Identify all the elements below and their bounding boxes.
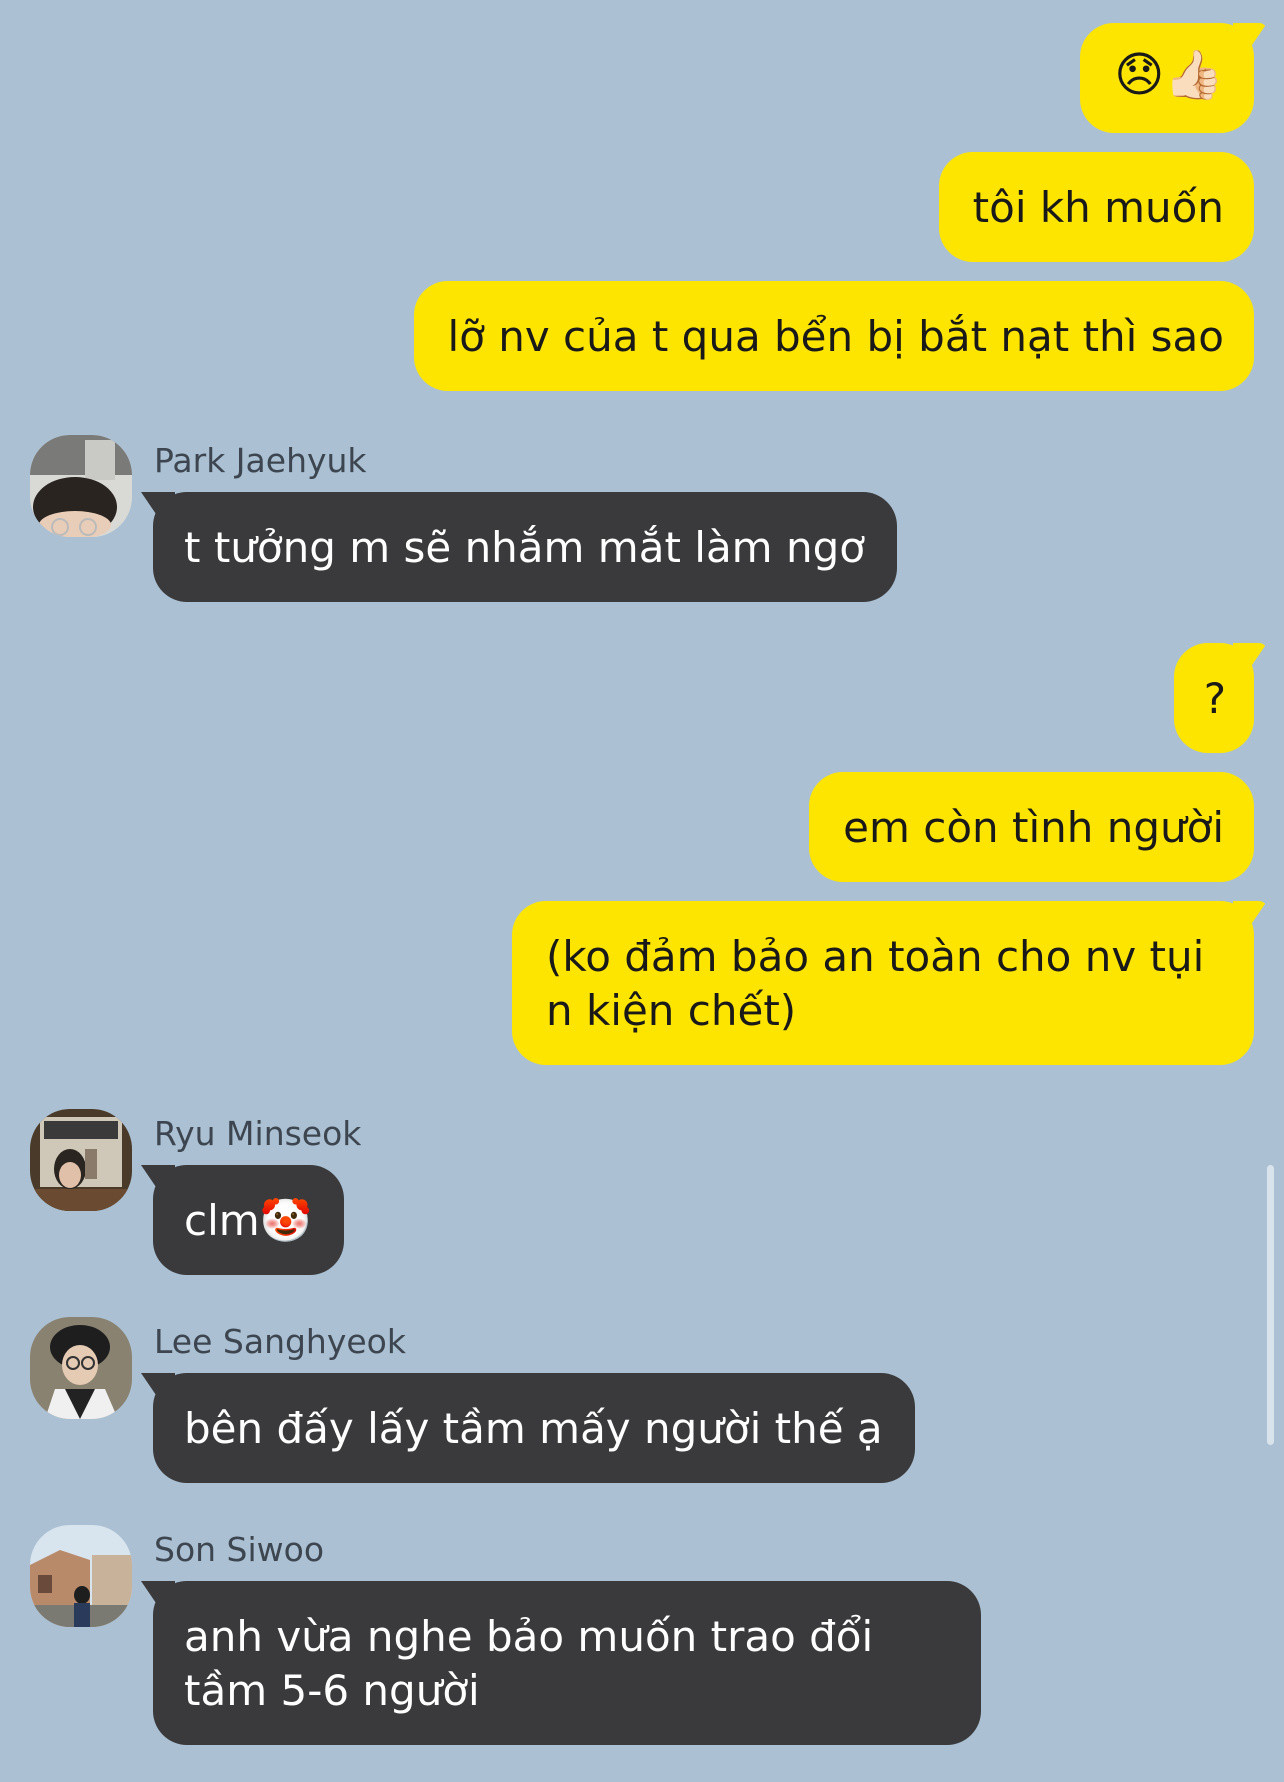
message-bubble-outgoing[interactable]: (ko đảm bảo an toàn cho nv tụi n kiện ch… <box>512 901 1254 1065</box>
message-text: anh vừa nghe bảo muốn trao đổi tầm 5-6 n… <box>184 1612 874 1715</box>
chat-area[interactable]: 😞👍🏻 tôi kh muốn lỡ nv của t qua bển bị b… <box>0 0 1284 1782</box>
message-text: ? <box>1203 674 1226 723</box>
sender-name: Son Siwoo <box>154 1530 325 1569</box>
message-bubble-outgoing[interactable]: lỡ nv của t qua bển bị bắt nạt thì sao <box>413 281 1254 391</box>
message-text: t tưởng m sẽ nhắm mắt làm ngơ <box>184 523 865 572</box>
avatar[interactable] <box>30 1525 132 1627</box>
avatar[interactable] <box>30 1317 132 1419</box>
message-text: clm🤡 <box>184 1196 312 1245</box>
message-text: bên đấy lấy tầm mấy người thế ạ <box>184 1404 883 1453</box>
message-bubble-outgoing[interactable]: tôi kh muốn <box>938 152 1254 262</box>
message-text: tôi kh muốn <box>972 183 1224 232</box>
sender-name: Ryu Minseok <box>154 1114 362 1153</box>
message-bubble-outgoing[interactable]: em còn tình người <box>809 772 1254 882</box>
sender-name: Lee Sanghyeok <box>154 1322 406 1361</box>
emoji-text: 😞👍🏻 <box>1114 47 1224 103</box>
message-bubble-incoming[interactable]: t tưởng m sẽ nhắm mắt làm ngơ <box>153 492 897 602</box>
scrollbar[interactable] <box>1267 1165 1274 1445</box>
message-bubble-outgoing[interactable]: ? <box>1173 643 1254 753</box>
avatar[interactable] <box>30 1109 132 1211</box>
message-text: lỡ nv của t qua bển bị bắt nạt thì sao <box>447 312 1225 361</box>
message-text: em còn tình người <box>843 803 1224 852</box>
message-bubble-incoming[interactable]: bên đấy lấy tầm mấy người thế ạ <box>153 1373 915 1483</box>
message-bubble-incoming[interactable]: clm🤡 <box>153 1165 344 1275</box>
avatar[interactable] <box>30 435 132 537</box>
message-bubble-outgoing[interactable]: 😞👍🏻 <box>1080 23 1254 133</box>
sender-name: Park Jaehyuk <box>154 441 367 480</box>
message-bubble-incoming[interactable]: anh vừa nghe bảo muốn trao đổi tầm 5-6 n… <box>153 1581 981 1745</box>
message-text: (ko đảm bảo an toàn cho nv tụi n kiện ch… <box>546 932 1205 1035</box>
